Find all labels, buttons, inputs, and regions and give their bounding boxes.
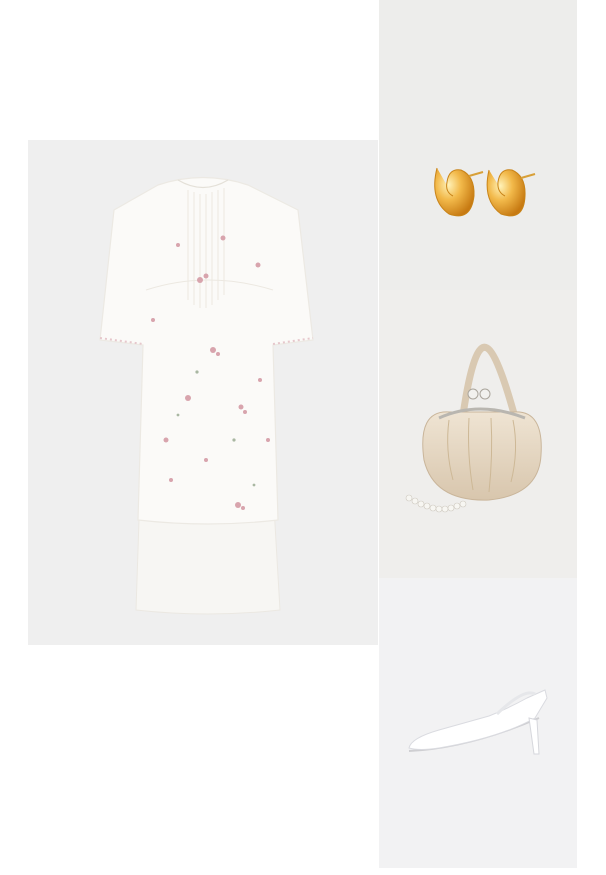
shoe-image <box>408 689 548 755</box>
dress-tile[interactable] <box>28 140 378 645</box>
bag-tile[interactable] <box>379 290 577 578</box>
shoe-tile[interactable] <box>379 578 577 868</box>
earrings-tile[interactable] <box>379 0 577 290</box>
dress-image <box>99 176 314 615</box>
outfit-collage <box>0 0 606 875</box>
earrings-image <box>434 167 536 217</box>
bag-image <box>405 343 542 513</box>
